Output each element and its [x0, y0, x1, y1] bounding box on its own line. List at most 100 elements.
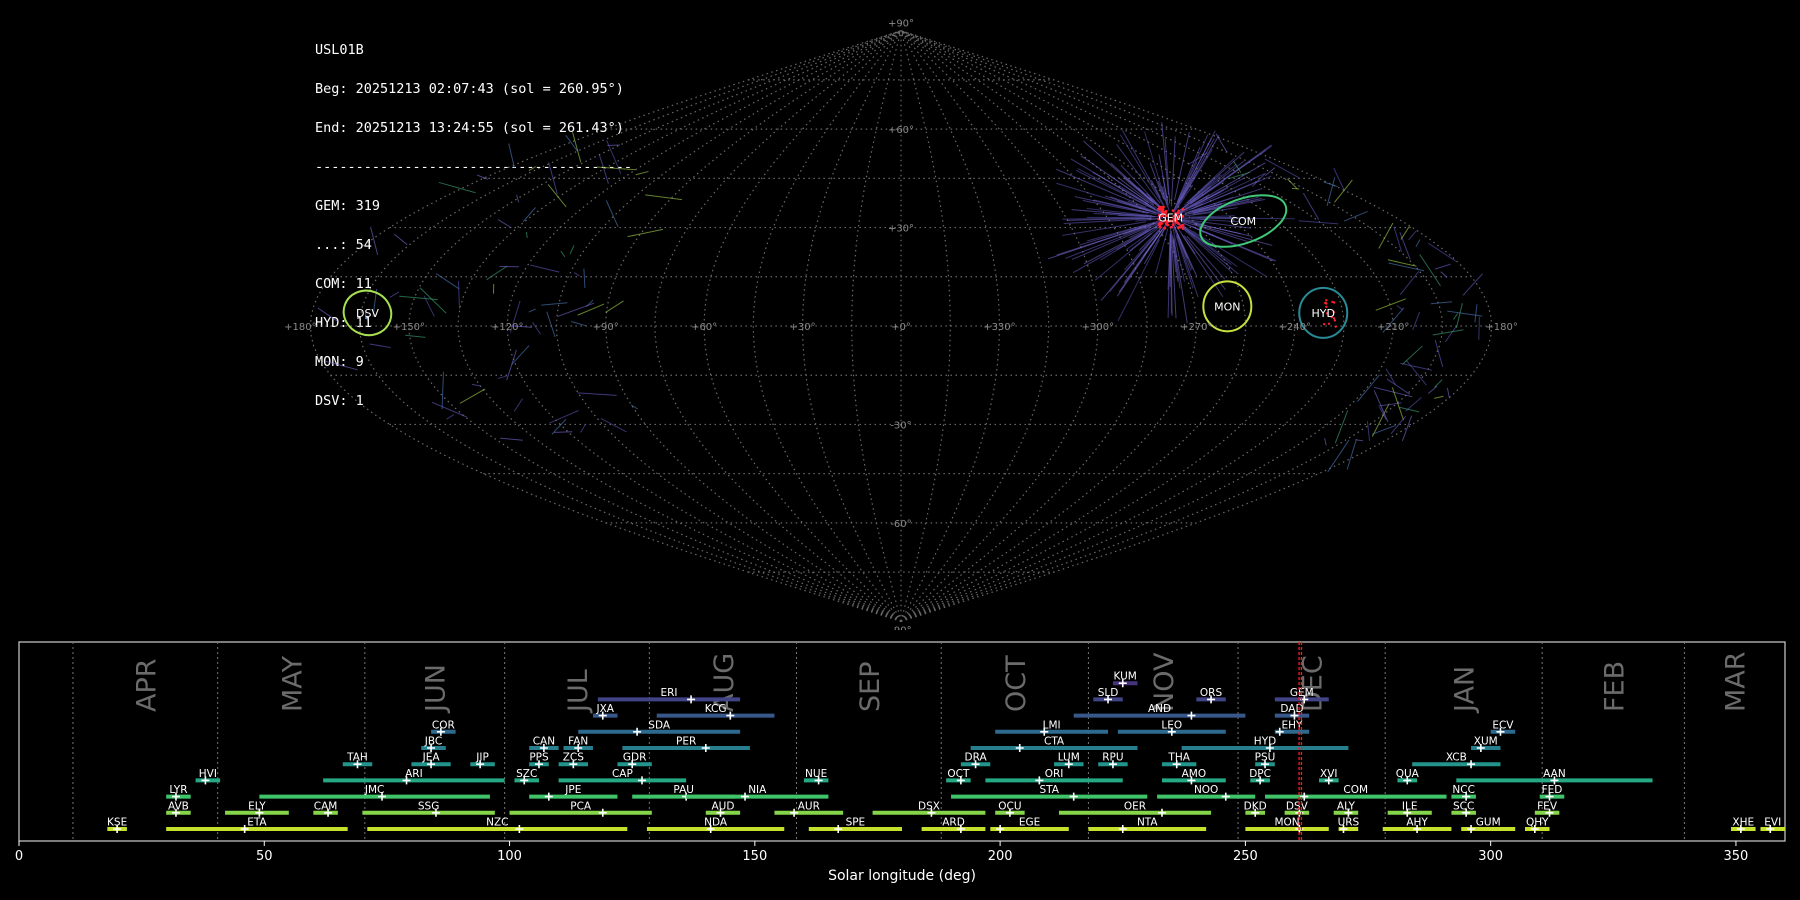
shower-label: KSE	[107, 817, 127, 829]
shower-label: JXA	[595, 703, 614, 715]
shower-label: ECV	[1492, 719, 1514, 731]
meteor-trail	[528, 308, 536, 313]
meteor-trail	[1387, 259, 1417, 267]
meteor-trail	[1400, 226, 1410, 240]
shower-label: AHY	[1406, 817, 1428, 829]
radiant-label: MON	[1214, 300, 1240, 313]
meteor-trail	[1378, 222, 1394, 249]
x-tick-label: 250	[1233, 849, 1258, 864]
shower-label: DPC	[1249, 768, 1271, 780]
meteor-trail	[317, 307, 339, 322]
meteor-trail	[1118, 227, 1164, 293]
longitude-tick-label: +210°	[1377, 322, 1409, 333]
meteor-trail	[431, 401, 467, 418]
meteor-trail	[486, 265, 508, 281]
meteor-trail	[1400, 362, 1433, 371]
latitude-tick-label: +60°	[888, 125, 914, 136]
meteor-trail	[1346, 438, 1357, 470]
radiant-label: DSV	[356, 307, 379, 320]
meteor-trail	[554, 431, 573, 433]
meteor-trail	[1323, 181, 1338, 188]
x-tick-label: 50	[256, 849, 273, 864]
month-label: MAR	[1721, 651, 1752, 712]
shower-label: ORS	[1200, 687, 1223, 699]
meteor-trail	[1264, 167, 1276, 176]
meteor-trail	[1434, 340, 1444, 367]
shower-label: CAN	[533, 736, 555, 748]
meridian-line	[408, 30, 902, 622]
shower-label: SDA	[648, 719, 671, 731]
shower-label: NCC	[1452, 784, 1475, 796]
month-label: APR	[131, 658, 162, 712]
shower-label: COR	[432, 719, 455, 731]
shower-label: ORI	[1045, 768, 1064, 780]
radiant-label: HYD	[1312, 307, 1335, 320]
meteor-trail	[1161, 122, 1170, 195]
shower-label: COM	[1343, 784, 1368, 796]
longitude-tick-label: +30°	[790, 322, 816, 333]
shower-label: EGE	[1019, 817, 1040, 829]
meteor-trail	[557, 302, 595, 318]
shower-label: FED	[1542, 784, 1563, 796]
shower-label: GDR	[623, 752, 647, 764]
shower-label: ALY	[1337, 800, 1356, 812]
shower-label: ZCS	[563, 752, 585, 764]
meteor-trail	[435, 273, 460, 290]
meteor-trail	[532, 322, 542, 335]
shower-label: DKD	[1244, 800, 1267, 812]
shower-label: ARD	[942, 817, 965, 829]
month-label: SEP	[855, 662, 886, 712]
meteor-trail	[1327, 439, 1350, 473]
meteor-dot	[1181, 226, 1185, 230]
shower-label: HVI	[199, 768, 217, 780]
shower-label: HYD	[1254, 736, 1276, 748]
meteor-trail	[1170, 136, 1176, 207]
x-axis-label: Solar longitude (deg)	[828, 868, 976, 884]
shower-label: FEV	[1537, 800, 1558, 812]
meteor-trail	[1434, 379, 1443, 388]
meteor-trail	[577, 392, 617, 396]
shower-label: MON	[1274, 817, 1299, 829]
meteor-trail	[389, 291, 400, 298]
meteor-trail	[530, 264, 560, 273]
meteor-dot	[1181, 207, 1185, 211]
meteor-trail	[630, 404, 638, 410]
shower-label: FAN	[568, 736, 588, 748]
shower-label: RPU	[1102, 752, 1123, 764]
meteor-trail	[1474, 304, 1478, 323]
meteor-trail	[513, 398, 523, 412]
meteor-trail	[405, 334, 426, 338]
meteor-trail	[1415, 239, 1421, 248]
shower-label: DSX	[918, 800, 940, 812]
meteor-dot	[1325, 299, 1328, 302]
meteor-trail	[1334, 179, 1353, 203]
meridian-line	[900, 30, 1394, 622]
x-tick-label: 200	[988, 849, 1013, 864]
longitude-tick-label: +120°	[491, 322, 523, 333]
meteor-trail	[600, 417, 627, 433]
shower-label: JPE	[564, 784, 581, 796]
sky-map: COM GEM MON HYD DSV +180° +150° +120° +90° +60° +3…	[284, 19, 1518, 630]
meteor-trail	[1402, 345, 1423, 365]
meteor-trail	[1192, 198, 1266, 214]
shower-label: AUR	[798, 800, 820, 812]
meteor-trail	[1385, 368, 1396, 385]
meteor-dot	[1178, 225, 1182, 229]
month-label: JUN	[421, 664, 452, 714]
shower-label: XUM	[1474, 736, 1498, 748]
month-label: MAY	[277, 655, 308, 712]
latitude-tick-label: -60°	[890, 519, 911, 530]
meteor-trail	[516, 194, 520, 203]
shower-label: ERI	[660, 687, 677, 699]
shower-label: STA	[1039, 784, 1059, 796]
shower-label: AAN	[1543, 768, 1566, 780]
meteor-trail	[627, 228, 664, 238]
shower-label: CAM	[314, 800, 338, 812]
shower-label: CTA	[1044, 736, 1065, 748]
meteor-trail	[1478, 316, 1480, 340]
shower-label: DAD	[1280, 703, 1303, 715]
meteor-dot	[1163, 226, 1167, 230]
meteor-trail	[583, 268, 586, 289]
meteor-trail	[573, 272, 580, 277]
shower-label: JEA	[422, 752, 441, 764]
